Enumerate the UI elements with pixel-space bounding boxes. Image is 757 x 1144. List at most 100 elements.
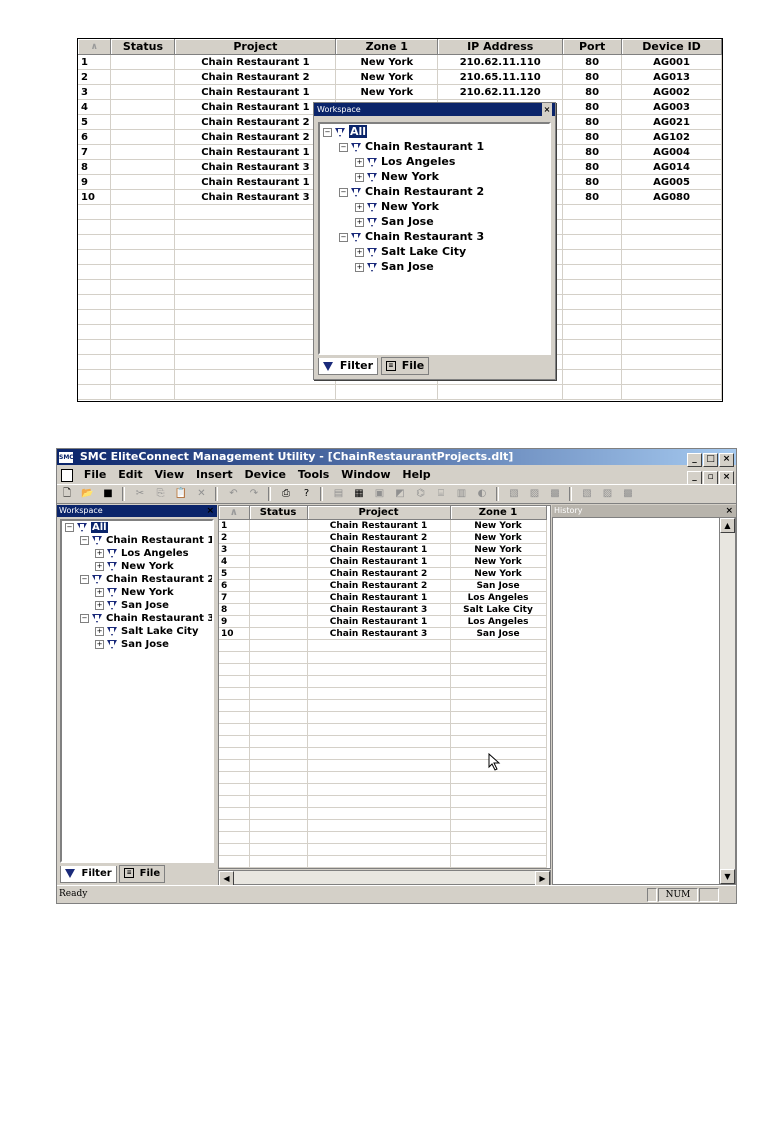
history-list[interactable]: ▲ ▼ xyxy=(552,517,736,885)
close-button[interactable]: × xyxy=(719,453,734,467)
table-row[interactable]: 4 Chain Restaurant 1 New York xyxy=(219,555,547,568)
workspace-panel-floating[interactable]: Workspace × − All − Chain Restaurant 1 + Los … xyxy=(313,102,556,380)
column-header-zone[interactable]: Zone 1 xyxy=(450,506,547,520)
tree-node[interactable]: + San Jose xyxy=(62,599,212,612)
table-row[interactable]: 1 Chain Restaurant 1 New York xyxy=(219,519,547,532)
tree-node[interactable]: − All xyxy=(320,124,549,139)
expand-icon[interactable]: + xyxy=(355,202,364,212)
doc-close-button[interactable]: × xyxy=(719,471,734,485)
tree-node[interactable]: + New York xyxy=(62,586,212,599)
tree-node[interactable]: + Salt Lake City xyxy=(320,244,549,259)
collapse-icon[interactable]: − xyxy=(80,535,89,545)
tree-node[interactable]: + San Jose xyxy=(320,259,549,274)
column-header-status[interactable]: Status xyxy=(249,506,308,520)
doc-minimize-button[interactable]: _ xyxy=(687,471,702,485)
expand-icon[interactable]: + xyxy=(95,561,104,571)
expand-icon[interactable]: + xyxy=(355,247,364,257)
tree-node[interactable]: + New York xyxy=(320,199,549,214)
column-header-project[interactable]: Project xyxy=(174,39,337,55)
expand-icon[interactable]: + xyxy=(355,262,364,272)
column-header-status[interactable]: Status xyxy=(110,39,176,55)
tree-node[interactable]: − Chain Restaurant 2 xyxy=(320,184,549,199)
save-icon[interactable]: ■ xyxy=(101,487,115,501)
tree-node[interactable]: + New York xyxy=(62,560,212,573)
column-header-port[interactable]: Port xyxy=(562,39,623,55)
device-icon[interactable]: ▥ xyxy=(455,487,469,501)
table-row[interactable]: 6 Chain Restaurant 2 San Jose xyxy=(219,579,547,592)
tree-node[interactable]: − Chain Restaurant 1 xyxy=(62,534,212,547)
expand-icon[interactable]: + xyxy=(95,548,104,558)
table-row[interactable]: 5 Chain Restaurant 2 New York xyxy=(219,567,547,580)
table-row[interactable]: 7 Chain Restaurant 1 Los Angeles xyxy=(219,591,547,604)
menu-tools[interactable]: Tools xyxy=(294,466,333,483)
device-icon[interactable]: ▨ xyxy=(601,487,615,501)
tab-filter[interactable]: Filter xyxy=(318,358,379,375)
delete-icon[interactable]: ✕ xyxy=(195,487,209,501)
scroll-up-icon[interactable]: ▲ xyxy=(720,518,735,533)
device-icon[interactable]: ▩ xyxy=(548,487,562,501)
menu-edit[interactable]: Edit xyxy=(114,466,146,483)
tree-node[interactable]: + San Jose xyxy=(62,638,212,651)
maximize-button[interactable]: □ xyxy=(703,453,718,467)
cut-icon[interactable]: ✂ xyxy=(133,487,147,501)
tab-filter[interactable]: Filter xyxy=(60,866,117,883)
collapse-icon[interactable]: − xyxy=(339,232,348,242)
vertical-scrollbar[interactable]: ▲ ▼ xyxy=(719,518,735,884)
table-row[interactable]: 3 Chain Restaurant 1 New York 210.62.11.120… xyxy=(78,84,722,100)
horizontal-scrollbar[interactable]: ◀ ▶ xyxy=(218,870,551,886)
expand-icon[interactable]: + xyxy=(355,217,364,227)
scroll-down-icon[interactable]: ▼ xyxy=(720,869,735,884)
tree-node[interactable]: + Los Angeles xyxy=(62,547,212,560)
menu-view[interactable]: View xyxy=(150,466,188,483)
menu-window[interactable]: Window xyxy=(337,466,394,483)
device-icon[interactable]: ◩ xyxy=(393,487,407,501)
tree-node[interactable]: + San Jose xyxy=(320,214,549,229)
menu-help[interactable]: Help xyxy=(398,466,434,483)
history-pane-title[interactable]: History × xyxy=(552,505,736,517)
column-header-ip-address[interactable]: IP Address xyxy=(437,39,564,55)
expand-icon[interactable]: + xyxy=(95,639,104,649)
tree-node[interactable]: − Chain Restaurant 1 xyxy=(320,139,549,154)
help-icon[interactable]: ? xyxy=(300,487,314,501)
collapse-icon[interactable]: − xyxy=(339,187,348,197)
tree-node[interactable]: − Chain Restaurant 3 xyxy=(62,612,212,625)
device-icon[interactable]: ▣ xyxy=(373,487,387,501)
close-icon[interactable]: × xyxy=(725,505,733,517)
device-icon[interactable]: ▨ xyxy=(528,487,542,501)
close-icon[interactable]: × xyxy=(542,103,552,116)
tree-node[interactable]: + Los Angeles xyxy=(320,154,549,169)
table-row[interactable]: 9 Chain Restaurant 1 Los Angeles xyxy=(219,615,547,628)
table-row[interactable]: 3 Chain Restaurant 1 New York xyxy=(219,543,547,556)
menu-device[interactable]: Device xyxy=(241,466,291,483)
table-row[interactable]: 8 Chain Restaurant 3 Salt Lake City xyxy=(219,603,547,616)
table-row[interactable]: 1 Chain Restaurant 1 New York 210.62.11.110… xyxy=(78,54,722,70)
column-header-zone[interactable]: Zone 1 xyxy=(335,39,439,55)
tree-node[interactable]: − Chain Restaurant 2 xyxy=(62,573,212,586)
device-icon[interactable]: ⌬ xyxy=(414,487,428,501)
minimize-button[interactable]: _ xyxy=(687,453,702,467)
menu-file[interactable]: File xyxy=(80,466,111,483)
tab-file[interactable]: ≡ File xyxy=(119,865,166,883)
new-icon[interactable]: 🗋 xyxy=(60,487,74,501)
collapse-icon[interactable]: − xyxy=(339,142,348,152)
device-icon[interactable]: ▧ xyxy=(580,487,594,501)
title-bar[interactable]: SMC SMC EliteConnect Management Utility … xyxy=(57,449,736,467)
copy-icon[interactable]: ⎘ xyxy=(154,487,168,501)
collapse-icon[interactable]: − xyxy=(80,613,89,623)
device-icon[interactable]: ⌸ xyxy=(434,487,448,501)
column-header-device-id[interactable]: Device ID xyxy=(621,39,722,55)
expand-icon[interactable]: + xyxy=(355,157,364,167)
tree-node[interactable]: + New York xyxy=(320,169,549,184)
expand-icon[interactable]: + xyxy=(95,587,104,597)
column-header-project[interactable]: Project xyxy=(307,506,451,520)
collapse-icon[interactable]: − xyxy=(65,522,74,532)
device-grid[interactable]: ∧ Status Project Zone 1 1 Chain Restaurant 1… xyxy=(218,505,551,869)
table-row[interactable]: 2 Chain Restaurant 2 New York xyxy=(219,531,547,544)
tab-file[interactable]: ≡ File xyxy=(380,357,430,375)
tree-node[interactable]: − All xyxy=(62,521,212,534)
scroll-left-icon[interactable]: ◀ xyxy=(219,871,234,886)
device-icon[interactable]: ◐ xyxy=(475,487,489,501)
doc-restore-button[interactable]: ▫ xyxy=(703,471,718,485)
print-icon[interactable]: ⎙ xyxy=(279,487,293,501)
table-row[interactable]: 10 Chain Restaurant 3 San Jose xyxy=(219,627,547,640)
